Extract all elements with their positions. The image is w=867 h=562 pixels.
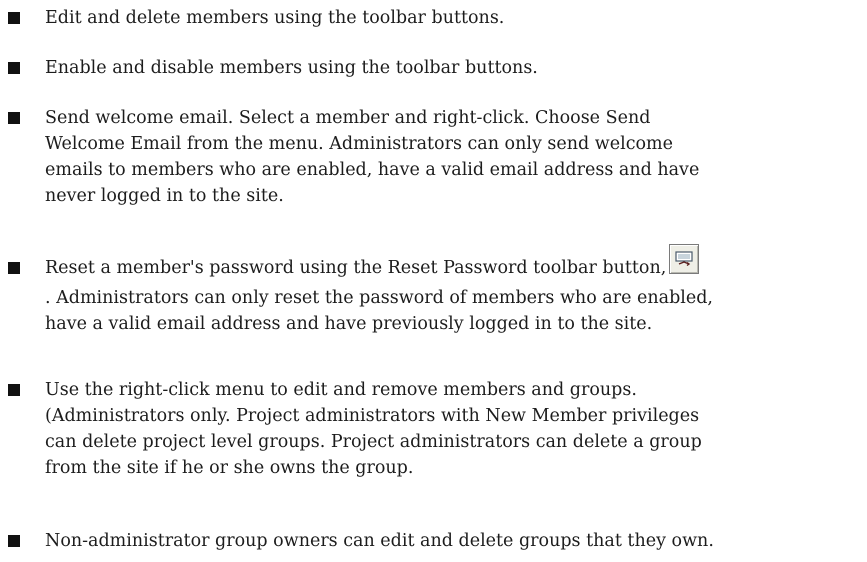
list-item: Edit and delete members using the toolba…	[8, 5, 867, 31]
reset-password-icon-glyph	[675, 251, 693, 267]
bullet-square	[8, 535, 20, 547]
list-item: Non-administrator group owners can edit …	[8, 528, 867, 554]
bullet-square	[8, 12, 20, 24]
bullet-square	[8, 384, 20, 396]
list-item: Reset a member's password using the Rese…	[8, 244, 867, 337]
document-page: Edit and delete members using the toolba…	[0, 0, 867, 562]
list-item: Send welcome email. Select a member and …	[8, 105, 867, 209]
list-item-text: Enable and disable members using the too…	[45, 58, 538, 78]
list-item-text: Use the right-click menu to edit and rem…	[45, 380, 702, 478]
bullet-square	[8, 112, 20, 124]
reset-password-icon	[669, 244, 700, 274]
list-item-text: Reset a member's password using the Rese…	[45, 244, 867, 337]
list-item-text: Send welcome email. Select a member and …	[45, 108, 700, 206]
bullet-square	[8, 62, 20, 74]
bullet-square	[8, 262, 20, 274]
list-item-text: Non-administrator group owners can edit …	[45, 531, 714, 551]
list-item-text: Edit and delete members using the toolba…	[45, 8, 505, 28]
list-item: Use the right-click menu to edit and rem…	[8, 377, 867, 481]
list-item: Enable and disable members using the too…	[8, 55, 867, 81]
